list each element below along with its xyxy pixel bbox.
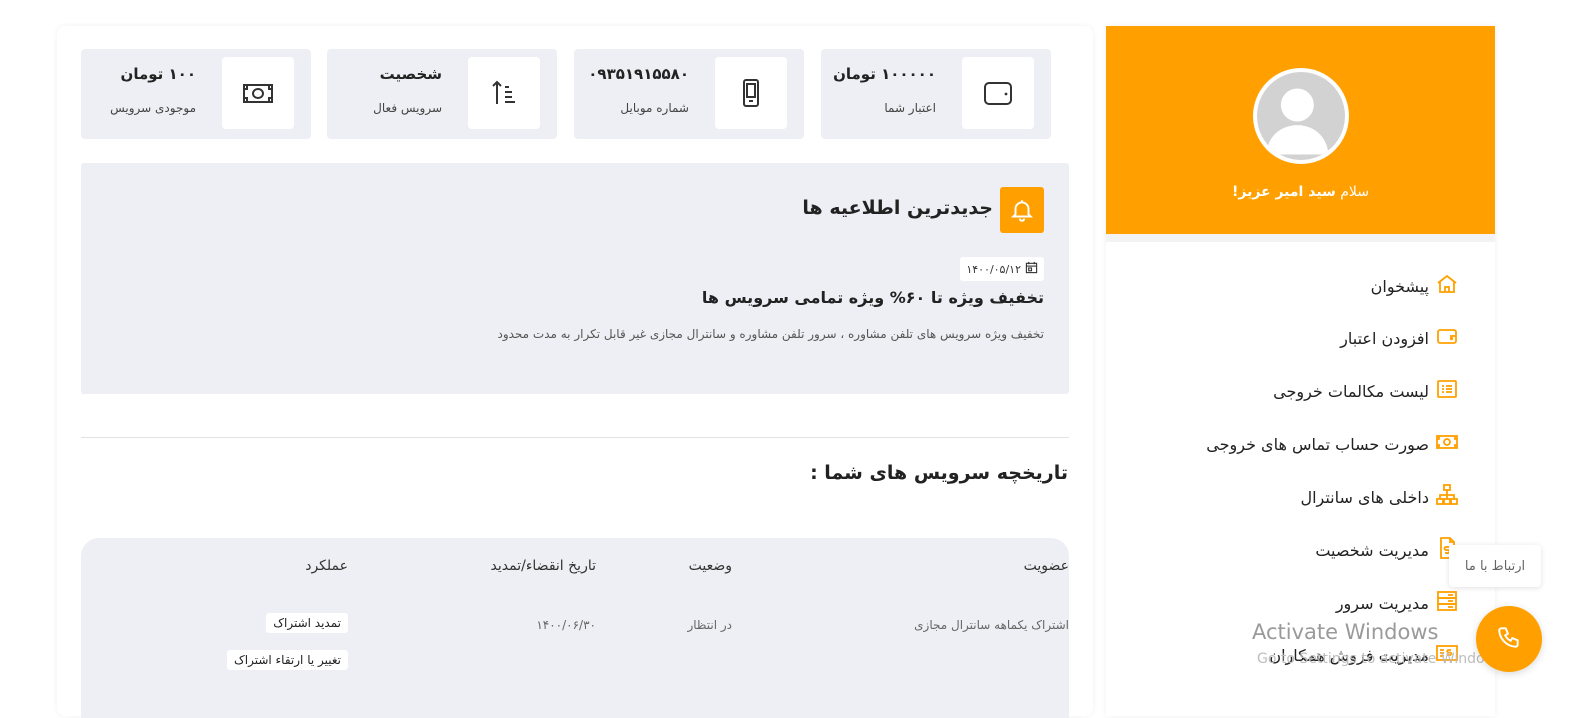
cell-membership: اشتراک یکماهه سانترال مجازی — [914, 618, 1069, 632]
stat-label: موجودی سرویس — [110, 101, 196, 115]
notice-body: تخفیف ویژه سرویس های تلفن مشاوره ، سرور … — [497, 327, 1044, 341]
activate-windows-subtitle: Go to Settings to activate Windows. — [1257, 651, 1508, 667]
bell-icon — [1000, 187, 1044, 233]
user-name: سید امیر عزیز! — [1231, 184, 1336, 200]
sitemap-icon — [1435, 483, 1459, 511]
upgrade-subscription-button[interactable]: تغییر یا ارتقاء اشتراک — [227, 650, 348, 670]
cell-status: در انتظار — [687, 618, 732, 632]
sidebar-item-label: داخلی های سانترال — [1300, 487, 1429, 507]
stat-label: شماره موبایل — [620, 101, 689, 115]
notice-date-text: ۱۴۰۰/۰۵/۱۲ — [966, 262, 1021, 276]
greeting-prefix: سلام — [1335, 184, 1370, 200]
column-header-membership: عضویت — [1023, 558, 1069, 574]
sidebar-item-server[interactable]: مدیریت سرور — [1336, 588, 1459, 618]
sidebar-item-label: افزودن اعتبار — [1340, 328, 1429, 348]
sidebar-item-label: مدیریت سرور — [1335, 593, 1429, 613]
stat-value: شخصیت — [379, 65, 442, 83]
column-header-date: تاریخ انقضاء/تمدید — [490, 558, 596, 574]
money-icon — [1435, 430, 1459, 458]
column-header-status: وضعیت — [688, 558, 732, 574]
sidebar-item-dashboard[interactable]: پیشخوان — [1371, 271, 1459, 301]
stat-label: اعتبار شما — [884, 101, 936, 115]
wallet-icon — [1435, 324, 1459, 352]
avatar[interactable] — [1253, 68, 1349, 164]
stat-active-service: شخصیت سرویس فعال — [327, 49, 557, 139]
home-icon — [1435, 272, 1459, 300]
sidebar: سلام سید امیر عزیز! پیشخوان افزودن اعتبا… — [1106, 26, 1495, 716]
sidebar-item-label: لیست مکالمات خروجی — [1273, 381, 1429, 401]
stat-credit: ۱۰۰۰۰۰ تومان اعتبار شما — [821, 49, 1051, 139]
stat-value: ۰۹۳۵۱۹۱۵۵۸۰ — [588, 65, 689, 83]
money-icon — [222, 57, 294, 129]
activate-windows-title: Activate Windows — [1252, 620, 1439, 644]
stat-mobile: ۰۹۳۵۱۹۱۵۵۸۰ شماره موبایل — [574, 49, 804, 139]
sidebar-item-outgoing-calls[interactable]: لیست مکالمات خروجی — [1273, 376, 1459, 406]
sidebar-item-label: مدیریت شخصیت — [1315, 540, 1429, 560]
stat-service-balance: ۱۰۰ تومان موجودی سرویس — [81, 49, 311, 139]
profile-header: سلام سید امیر عزیز! — [1106, 26, 1495, 234]
mobile-icon — [715, 57, 787, 129]
greeting: سلام سید امیر عزیز! — [1106, 184, 1495, 200]
sort-icon — [468, 57, 540, 129]
server-icon — [1435, 589, 1459, 617]
contact-tooltip: ارتباط با ما — [1449, 545, 1541, 587]
stat-value: ۱۰۰ تومان — [120, 65, 196, 83]
list-icon — [1435, 377, 1459, 405]
stat-label: سرویس فعال — [373, 101, 442, 115]
notice-date: ۱۴۰۰/۰۵/۱۲ — [960, 257, 1044, 281]
wallet-icon — [962, 57, 1034, 129]
notice-title[interactable]: تخفیف ویژه تا ۶۰% ویژه تمامی سرویس ها — [702, 288, 1044, 307]
sidebar-item-call-invoices[interactable]: صورت حساب تماس های خروجی — [1206, 429, 1459, 459]
column-header-action: عملکرد — [305, 558, 348, 574]
history-table: عضویت وضعیت تاریخ انقضاء/تمدید عملکرد اش… — [81, 538, 1069, 718]
cell-date: ۱۴۰۰/۰۶/۳۰ — [536, 618, 596, 632]
notices-heading: جدیدترین اطلاعیه ها — [802, 197, 993, 219]
divider — [81, 437, 1069, 438]
sidebar-gap — [1106, 234, 1495, 242]
renew-subscription-button[interactable]: تمدید اشتراک — [266, 613, 348, 633]
sidebar-item-add-credit[interactable]: افزودن اعتبار — [1340, 323, 1459, 353]
calendar-icon — [1025, 261, 1038, 277]
notices-panel: جدیدترین اطلاعیه ها ۱۴۰۰/۰۵/۱۲ تخفیف ویژ… — [81, 163, 1069, 394]
contact-button[interactable] — [1476, 606, 1542, 672]
stat-value: ۱۰۰۰۰۰ تومان — [833, 65, 936, 83]
phone-icon — [1496, 624, 1522, 654]
history-title: تاریخچه سرویس های شما : — [810, 462, 1068, 484]
sidebar-item-label: صورت حساب تماس های خروجی — [1206, 434, 1429, 454]
sidebar-item-extensions[interactable]: داخلی های سانترال — [1300, 482, 1459, 512]
sidebar-item-label: پیشخوان — [1370, 276, 1429, 296]
sidebar-item-persona[interactable]: مدیریت شخصیت — [1315, 535, 1459, 565]
